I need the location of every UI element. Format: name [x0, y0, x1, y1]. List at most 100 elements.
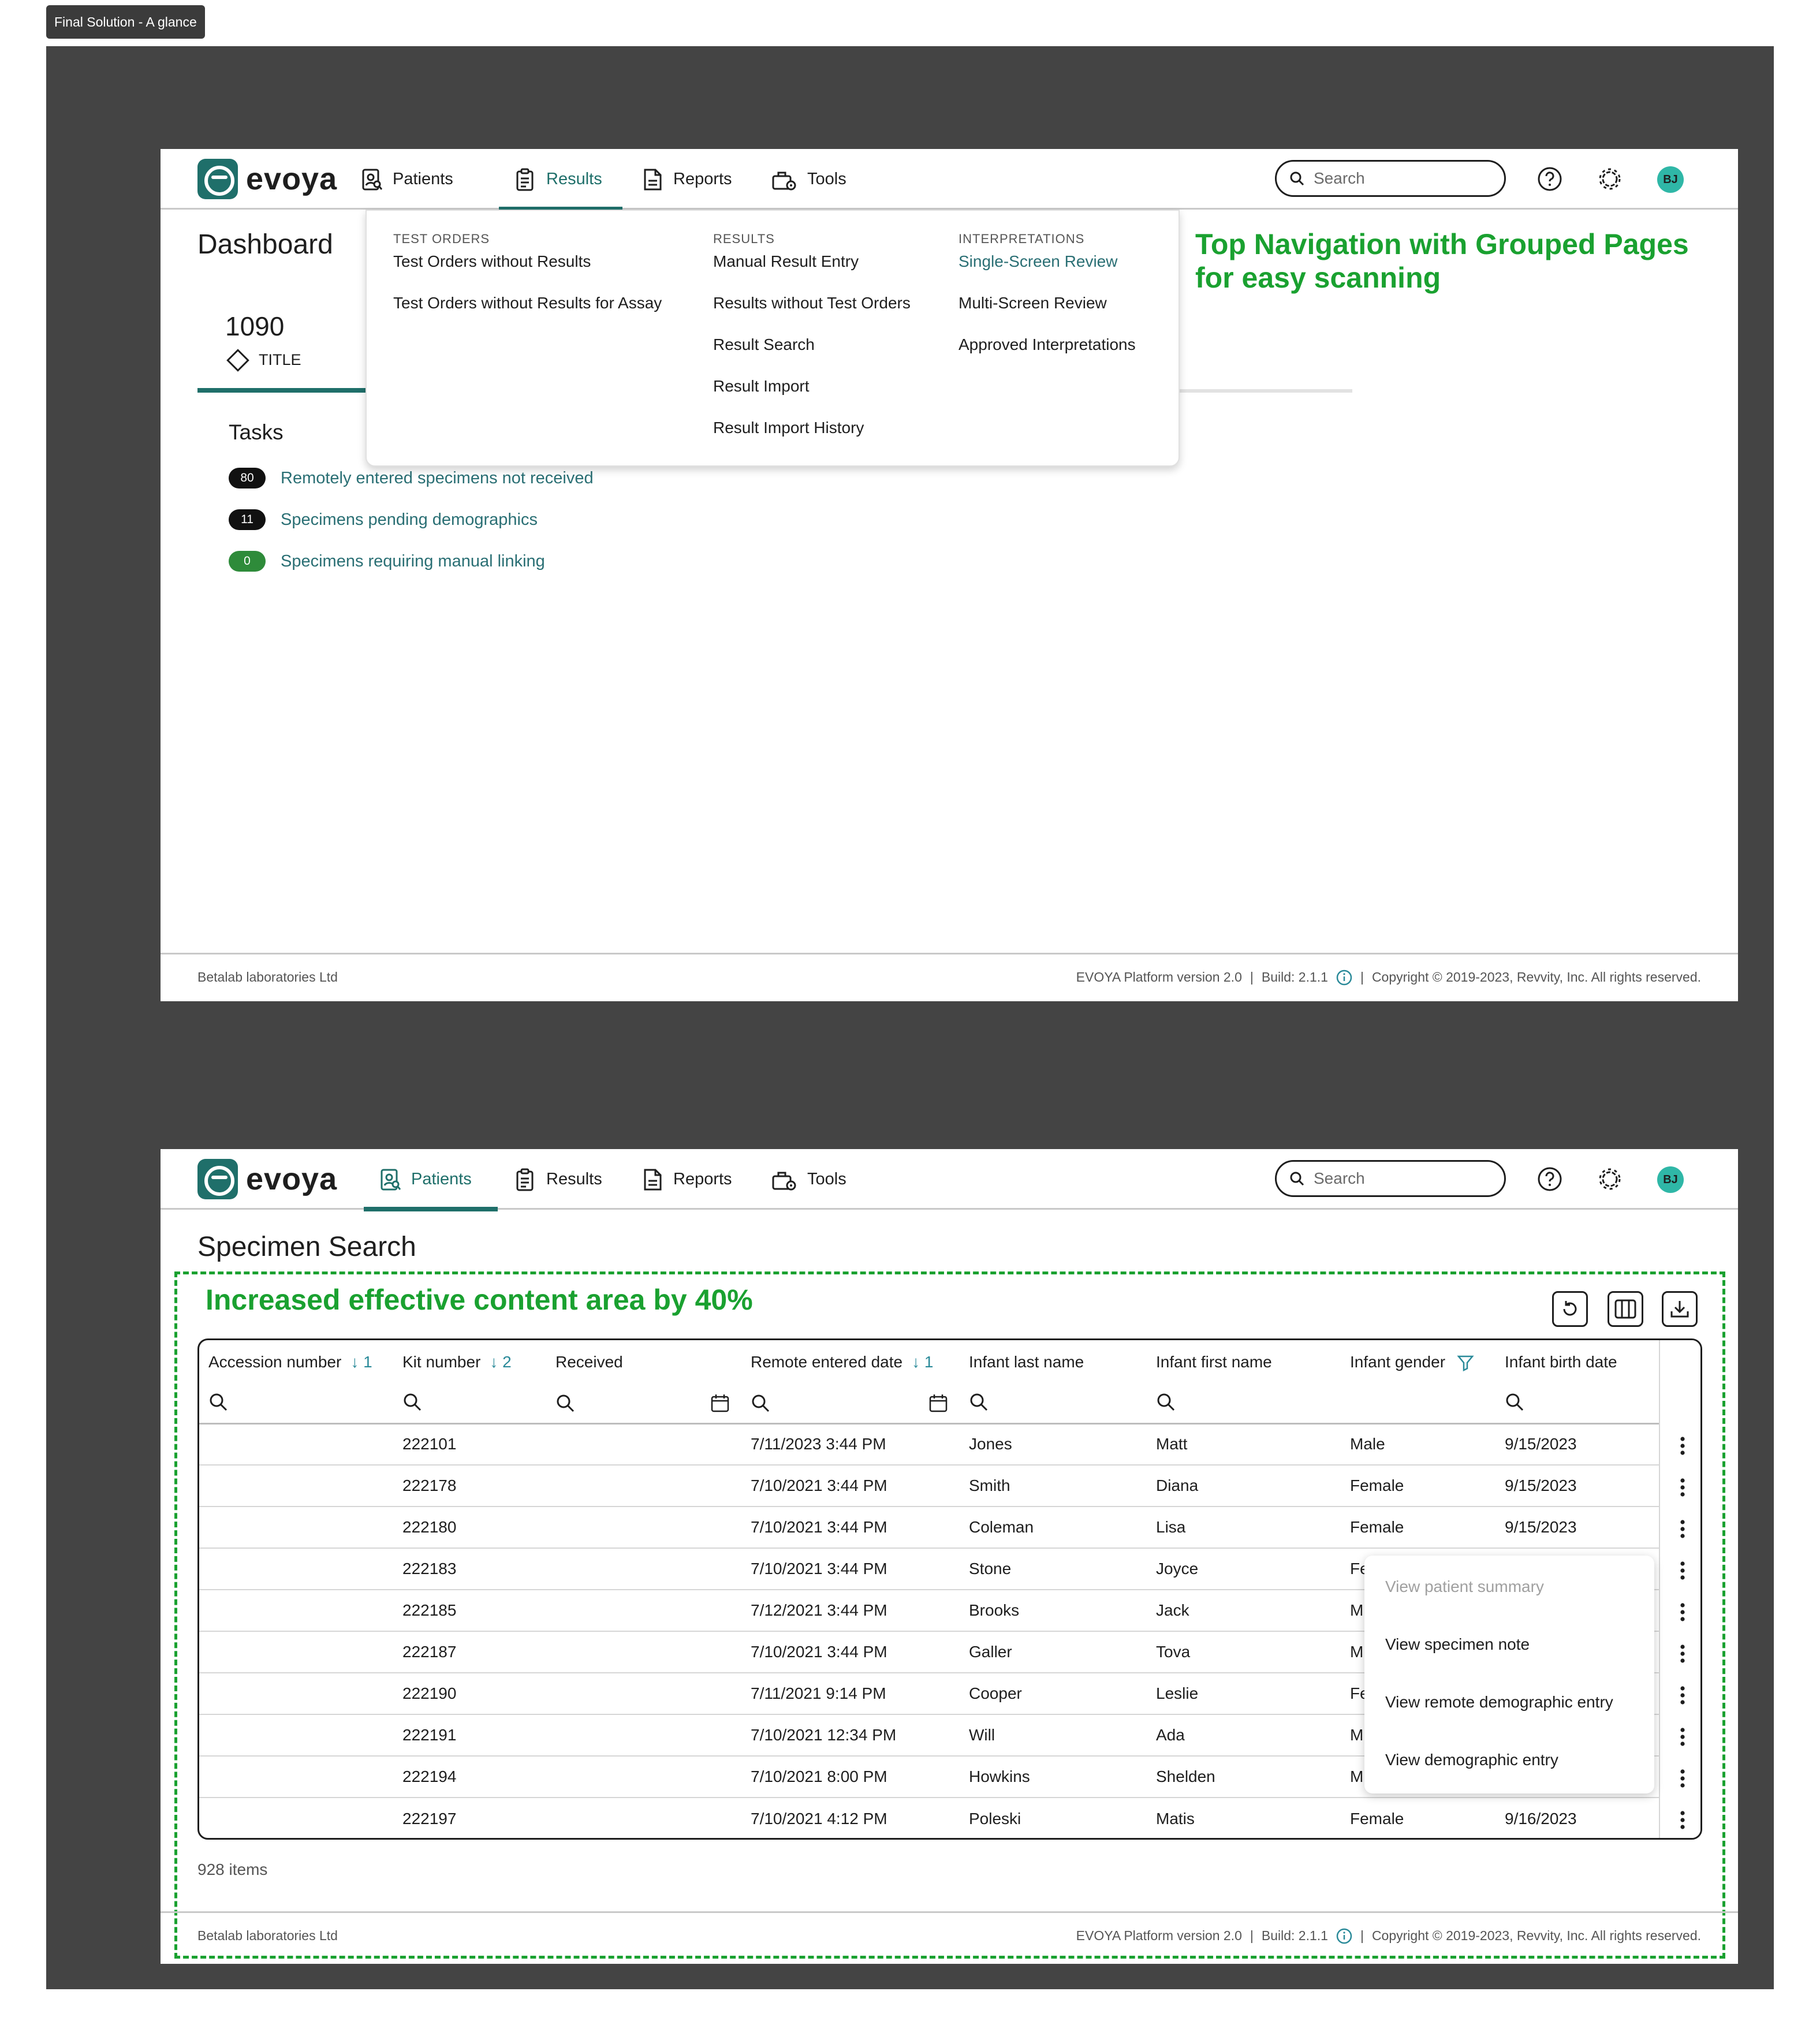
dropdown-item[interactable]: Manual Result Entry — [713, 251, 911, 293]
row-actions-button[interactable] — [1660, 1467, 1700, 1508]
column-filter[interactable] — [199, 1384, 393, 1425]
cell-received — [546, 1631, 741, 1673]
column-header-birth-date[interactable]: Infant birth date — [1495, 1340, 1659, 1384]
task-item[interactable]: 0 Specimens requiring manual linking — [229, 551, 545, 572]
nav-patients[interactable]: Patients — [345, 149, 469, 210]
calendar-icon[interactable] — [928, 1393, 948, 1413]
search-input[interactable] — [1314, 169, 1487, 188]
menu-item-view-patient-summary: View patient summary — [1385, 1578, 1544, 1595]
table-row[interactable]: 222101 7/11/2023 3:44 PM Jones Matt Male 9/15… — [199, 1423, 1659, 1466]
task-link[interactable]: Remotely entered specimens not received — [281, 469, 594, 488]
dropdown-item[interactable]: Result Search — [713, 334, 911, 376]
global-search[interactable] — [1275, 160, 1506, 197]
global-search[interactable] — [1275, 1160, 1506, 1197]
columns-button[interactable] — [1608, 1291, 1643, 1327]
row-actions-button[interactable] — [1660, 1675, 1700, 1716]
download-button[interactable] — [1662, 1291, 1698, 1327]
menu-item-view-specimen-note[interactable]: View specimen note — [1385, 1635, 1530, 1654]
nav-reports[interactable]: Reports — [626, 149, 748, 210]
dropdown-item-highlighted[interactable]: Single-Screen Review — [959, 251, 1136, 293]
column-header-label: Kit number — [402, 1353, 481, 1371]
search-input[interactable] — [1314, 1169, 1487, 1188]
dropdown-item[interactable]: Results without Test Orders — [713, 293, 911, 334]
dropdown-item[interactable]: Multi-Screen Review — [959, 293, 1136, 334]
gear-icon[interactable] — [1597, 1166, 1623, 1192]
menu-item-view-demographic-entry[interactable]: View demographic entry — [1385, 1751, 1558, 1769]
table-row[interactable]: 222197 7/10/2021 4:12 PM Poleski Matis Femal… — [199, 1798, 1659, 1838]
search-icon — [1506, 1393, 1524, 1411]
row-actions-button[interactable] — [1660, 1799, 1700, 1838]
row-actions-button[interactable] — [1660, 1425, 1700, 1467]
menu-item-view-remote-demographic-entry[interactable]: View remote demographic entry — [1385, 1693, 1613, 1711]
column-filter[interactable] — [1495, 1384, 1659, 1425]
cell-remote-date: 7/10/2021 4:12 PM — [751, 1809, 887, 1828]
task-item[interactable]: 80 Remotely entered specimens not receiv… — [229, 468, 594, 489]
kebab-menu-icon — [1680, 1686, 1685, 1705]
help-icon[interactable] — [1537, 1166, 1562, 1192]
nav-tools[interactable]: Tools — [755, 149, 863, 210]
cell-gender: Female — [1350, 1809, 1404, 1828]
cell-accession — [199, 1423, 393, 1466]
calendar-icon[interactable] — [710, 1393, 730, 1413]
cell-birth-date: 9/15/2023 — [1495, 1423, 1659, 1466]
info-icon[interactable] — [1336, 1928, 1352, 1944]
task-link[interactable]: Specimens requiring manual linking — [281, 552, 545, 571]
column-header-kit[interactable]: Kit number ↓ 2 — [393, 1340, 546, 1384]
column-filter[interactable] — [960, 1384, 1147, 1425]
cell-last-name: Coleman — [960, 1507, 1147, 1549]
table-row[interactable]: 222180 7/10/2021 3:44 PM Coleman Lisa Female… — [199, 1507, 1659, 1549]
row-actions-button[interactable] — [1660, 1508, 1700, 1550]
nav-patients[interactable]: Patients — [364, 1149, 498, 1211]
column-header-label: Remote entered date — [751, 1353, 903, 1371]
dropdown-item[interactable]: Approved Interpretations — [959, 334, 1136, 376]
column-filter[interactable] — [546, 1384, 741, 1425]
column-header-last-name[interactable]: Infant last name — [960, 1340, 1147, 1384]
column-header-received[interactable]: Received — [546, 1340, 741, 1384]
cell-kit: 222187 — [393, 1631, 546, 1673]
column-filter[interactable] — [1147, 1384, 1341, 1425]
row-actions-button[interactable] — [1660, 1758, 1700, 1799]
cell-birth-date: 9/16/2023 — [1505, 1809, 1577, 1828]
reset-button[interactable] — [1552, 1291, 1588, 1327]
cell-remote-date: 7/10/2021 12:34 PM — [741, 1714, 960, 1757]
column-filter[interactable] — [741, 1384, 960, 1425]
cell-received — [546, 1756, 741, 1798]
nav-results-label: Results — [546, 170, 602, 188]
row-actions-button[interactable] — [1660, 1633, 1700, 1675]
nav-results[interactable]: Results — [499, 149, 622, 211]
dropdown-item[interactable]: Result Import History — [713, 417, 911, 459]
nav-results[interactable]: Results — [499, 1149, 618, 1210]
column-header-remote-date[interactable]: Remote entered date ↓ 1 — [741, 1340, 960, 1384]
app-logo[interactable]: evoya — [197, 159, 337, 199]
user-avatar[interactable]: BJ — [1657, 166, 1684, 193]
dropdown-item[interactable]: Test Orders without Results — [393, 251, 662, 293]
nav-reports[interactable]: Reports — [626, 1149, 748, 1210]
row-actions-button[interactable] — [1660, 1716, 1700, 1758]
dropdown-group-interpretations: INTERPRETATIONS Single-Screen Review Mul… — [959, 232, 1136, 376]
kebab-menu-icon — [1680, 1728, 1685, 1746]
cell-last-name: Cooper — [960, 1673, 1147, 1715]
task-link[interactable]: Specimens pending demographics — [281, 510, 538, 529]
cell-remote-date: 7/11/2023 3:44 PM — [741, 1423, 960, 1466]
kpi-label-text: TITLE — [259, 351, 301, 368]
column-header-gender[interactable]: Infant gender — [1341, 1340, 1495, 1384]
table-row[interactable]: 222178 7/10/2021 3:44 PM Smith Diana Female 9… — [199, 1465, 1659, 1507]
user-avatar[interactable]: BJ — [1657, 1166, 1684, 1193]
info-icon[interactable] — [1336, 969, 1352, 986]
filter-icon[interactable] — [1457, 1354, 1474, 1372]
gear-icon[interactable] — [1597, 166, 1623, 192]
row-actions-button[interactable] — [1660, 1550, 1700, 1591]
column-header-first-name[interactable]: Infant first name — [1147, 1340, 1341, 1384]
column-header-accession[interactable]: Accession number ↓ 1 — [199, 1340, 393, 1384]
cell-last-name: Smith — [960, 1465, 1147, 1507]
cell-received — [546, 1590, 741, 1632]
dropdown-item[interactable]: Test Orders without Results for Assay — [393, 293, 662, 334]
kebab-menu-icon — [1680, 1769, 1685, 1788]
task-item[interactable]: 11 Specimens pending demographics — [229, 509, 538, 530]
row-actions-button[interactable] — [1660, 1591, 1700, 1633]
nav-tools[interactable]: Tools — [755, 1149, 863, 1210]
help-icon[interactable] — [1537, 166, 1562, 192]
dropdown-item[interactable]: Result Import — [713, 376, 911, 417]
app-logo[interactable]: evoya — [197, 1159, 337, 1199]
column-filter[interactable] — [393, 1384, 546, 1425]
